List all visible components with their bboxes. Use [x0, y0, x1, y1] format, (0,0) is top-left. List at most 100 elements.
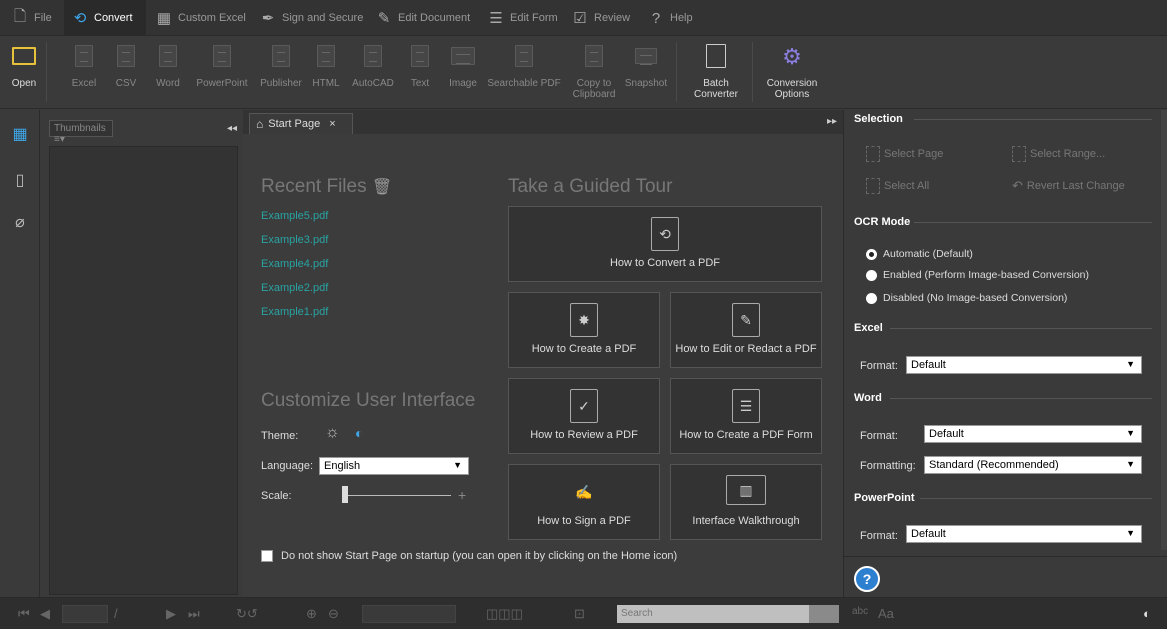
html-button[interactable]: HTML: [310, 36, 342, 109]
ppt-format-select[interactable]: Default ▼: [906, 525, 1142, 543]
recent-file-link[interactable]: Example4.pdf: [261, 258, 328, 270]
first-page-icon[interactable]: ⏮: [18, 606, 30, 622]
page-tool-icon[interactable]: ⊡: [574, 606, 585, 622]
word-formatting-select[interactable]: Standard (Recommended) ▼: [924, 456, 1142, 474]
scale-slider-handle[interactable]: [342, 486, 348, 503]
revert-button[interactable]: ↶ Revert Last Change: [1012, 178, 1125, 194]
menu-custom-excel[interactable]: ▦ Custom Excel: [148, 0, 254, 36]
snapshot-button[interactable]: Snapshot: [622, 36, 670, 109]
publisher-icon: [272, 45, 290, 67]
radio-icon: [866, 269, 877, 281]
options-scrollbar[interactable]: [1161, 110, 1167, 550]
zoom-out-icon[interactable]: ⊖: [328, 606, 339, 622]
ocr-option-automatic[interactable]: Automatic (Default): [866, 248, 973, 260]
menu-edit-document[interactable]: ✎ Edit Document: [368, 0, 478, 36]
light-theme-icon[interactable]: ☼: [325, 424, 340, 442]
search-input[interactable]: Search: [617, 605, 809, 623]
autocad-button[interactable]: AutoCAD: [350, 36, 396, 109]
plus-icon[interactable]: +: [458, 487, 466, 503]
tour-edit-card[interactable]: ✎ How to Edit or Redact a PDF: [670, 292, 822, 368]
ppt-format-label: Format:: [860, 530, 898, 542]
publisher-button[interactable]: Publisher: [256, 36, 306, 109]
powerpoint-button[interactable]: PowerPoint: [192, 36, 252, 109]
selection-title: Selection: [854, 113, 903, 125]
attachments-icon[interactable]: ⌀: [8, 210, 32, 234]
recent-file-link[interactable]: Example5.pdf: [261, 210, 328, 222]
search-button[interactable]: [809, 605, 839, 623]
no-show-startpage-checkbox[interactable]: [261, 550, 273, 562]
image-button[interactable]: Image: [446, 36, 480, 109]
thumbnails-dropdown[interactable]: Thumbnails ≡▾: [49, 120, 113, 145]
tab-start-page[interactable]: ⌂ Start Page ×: [249, 113, 353, 134]
ocr-option-disabled[interactable]: Disabled (No Image-based Conversion): [866, 292, 1067, 304]
excel-format-select[interactable]: Default ▼: [906, 356, 1142, 374]
ribbon: Open Excel CSV Word PowerPoint Publisher…: [0, 36, 1167, 109]
search-doc-icon: [515, 45, 533, 67]
zoom-in-icon[interactable]: ⊕: [306, 606, 317, 622]
menu-convert[interactable]: ⟲ Convert: [64, 0, 146, 36]
form-icon: ☰: [489, 10, 503, 27]
view-mode-icon[interactable]: ◫◫◫: [486, 606, 523, 622]
word-section-title: Word: [854, 392, 882, 404]
csv-icon: [117, 45, 135, 67]
menu-file[interactable]: 🗋 File: [4, 0, 60, 36]
menu-sign-and-secure[interactable]: ✒ Sign and Secure: [252, 0, 371, 36]
scale-slider-track[interactable]: [343, 495, 451, 496]
text-button[interactable]: Text: [406, 36, 434, 109]
tour-convert-card[interactable]: ⟲ How to Convert a PDF: [508, 206, 822, 282]
open-button[interactable]: Open: [8, 36, 40, 109]
word-formatting-label: Formatting:: [860, 460, 916, 472]
match-case-icon[interactable]: Aa: [878, 606, 894, 621]
tour-walkthrough-card[interactable]: ▥ Interface Walkthrough: [670, 464, 822, 540]
help-button[interactable]: ?: [854, 566, 880, 592]
theme-toggle-icon[interactable]: ◐: [1143, 606, 1151, 621]
dark-theme-icon[interactable]: ◐: [355, 425, 363, 441]
recent-file-link[interactable]: Example3.pdf: [261, 234, 328, 246]
recent-file-link[interactable]: Example1.pdf: [261, 306, 328, 318]
excel-button[interactable]: Excel: [68, 36, 100, 109]
batch-converter-button[interactable]: Batch Converter: [690, 36, 742, 109]
select-range-button[interactable]: Select Range...: [1012, 146, 1105, 162]
next-page-icon[interactable]: ▶: [166, 606, 176, 622]
csv-button[interactable]: CSV: [112, 36, 140, 109]
ocr-option-enabled[interactable]: Enabled (Perform Image-based Conversion): [866, 269, 1089, 281]
tour-sign-card[interactable]: ✍ How to Sign a PDF: [508, 464, 660, 540]
pen-icon: ✒: [261, 10, 275, 27]
recent-file-link[interactable]: Example2.pdf: [261, 282, 328, 294]
signature-icon: ✍: [575, 483, 593, 500]
zoom-select[interactable]: [362, 605, 456, 623]
tour-form-card[interactable]: ☰ How to Create a PDF Form: [670, 378, 822, 454]
last-page-icon[interactable]: ⏭: [188, 606, 200, 622]
tour-review-card[interactable]: ✓ How to Review a PDF: [508, 378, 660, 454]
batch-converter-icon: [706, 44, 726, 68]
chevron-down-icon: ▼: [453, 460, 462, 470]
menu-review[interactable]: ☑ Review: [564, 0, 638, 36]
copy-to-clipboard-button[interactable]: Copy to Clipboard: [570, 36, 618, 109]
thumbnails-icon[interactable]: ▦: [8, 122, 32, 146]
word-button[interactable]: Word: [152, 36, 184, 109]
close-tab-icon[interactable]: ×: [329, 118, 335, 130]
collapse-right-icon[interactable]: ▸▸: [827, 116, 837, 127]
conversion-options-panel: Selection Select Page Select Range... Se…: [843, 110, 1167, 597]
word-format-select[interactable]: Default ▼: [924, 425, 1142, 443]
bookmarks-icon[interactable]: ▯: [8, 168, 32, 192]
conversion-options-button[interactable]: ⚙ Conversion Options: [760, 36, 824, 109]
edit-doc-icon: ✎: [732, 303, 760, 337]
create-doc-icon: ✸: [570, 303, 598, 337]
menu-edit-form[interactable]: ☰ Edit Form: [480, 0, 566, 36]
select-page-button[interactable]: Select Page: [866, 146, 943, 162]
menu-help[interactable]: ? Help: [640, 0, 701, 36]
searchable-pdf-button[interactable]: Searchable PDF: [486, 36, 562, 109]
convert-doc-icon: ⟲: [651, 217, 679, 251]
select-all-button[interactable]: Select All: [866, 178, 929, 194]
match-word-icon[interactable]: abc: [852, 606, 868, 617]
grid-icon: ▦: [156, 10, 172, 27]
rotate-icon[interactable]: ↻↺: [236, 606, 258, 622]
select-page-icon: [866, 146, 880, 162]
language-select[interactable]: English ▼: [319, 457, 469, 475]
tour-create-card[interactable]: ✸ How to Create a PDF: [508, 292, 660, 368]
trash-icon[interactable]: 🗑: [372, 179, 392, 196]
page-number-input[interactable]: [62, 605, 108, 623]
collapse-left-icon[interactable]: ◂◂: [227, 123, 237, 134]
prev-page-icon[interactable]: ◀: [40, 606, 50, 622]
